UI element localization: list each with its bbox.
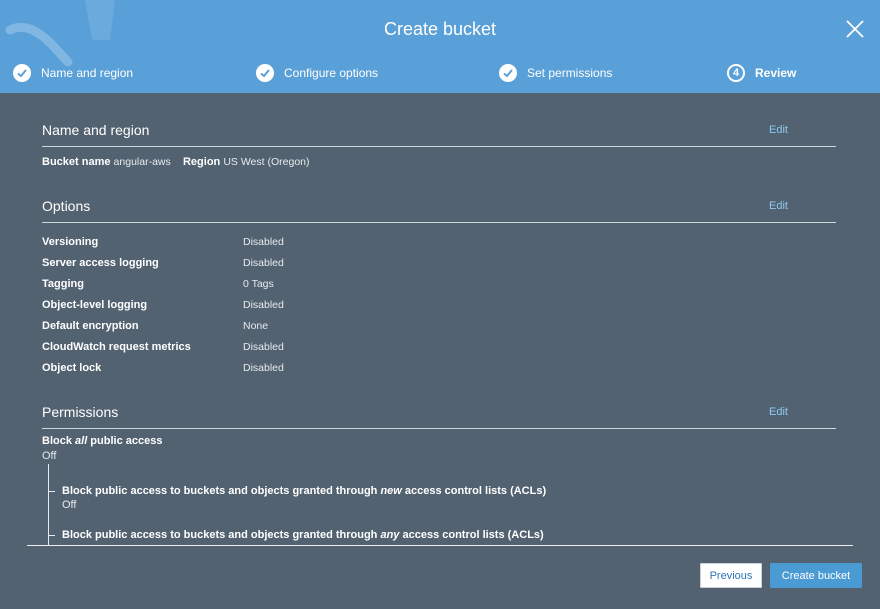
step-number-badge: 4 [727, 64, 745, 82]
dialog-header: Create bucket Name and region Configure … [0, 0, 880, 93]
step-label: Review [755, 66, 797, 80]
step-set-permissions[interactable]: Set permissions [499, 60, 612, 86]
option-row-object-level-logging: Object-level logging Disabled [42, 299, 442, 315]
option-value: 0 Tags [243, 278, 274, 290]
option-row-versioning: Versioning Disabled [42, 236, 442, 252]
section-title: Options [42, 198, 91, 214]
step-name-and-region[interactable]: Name and region [13, 60, 133, 86]
option-value: Disabled [243, 362, 284, 374]
step-label: Configure options [284, 66, 379, 80]
text-segment: Block public access to buckets and objec… [62, 529, 381, 541]
section-header-options: Options Edit [42, 198, 836, 223]
step-review[interactable]: 4 Review [727, 60, 796, 86]
region-value: US West (Oregon) [223, 156, 310, 168]
option-label: CloudWatch request metrics [42, 341, 191, 353]
edit-name-region-link[interactable]: Edit [769, 124, 788, 136]
option-row-server-access-logging: Server access logging Disabled [42, 257, 442, 273]
emphasis-text: new [380, 485, 402, 497]
option-row-cloudwatch-request-metrics: CloudWatch request metrics Disabled [42, 341, 442, 357]
check-circle-icon [256, 64, 274, 82]
step-label: Set permissions [527, 66, 613, 80]
section-title: Permissions [42, 404, 119, 420]
text-segment: access control lists (ACLs) [399, 529, 544, 541]
tree-connector-dash [48, 535, 55, 536]
text-segment: public access [87, 435, 163, 447]
text-segment: Block public access to buckets and objec… [62, 485, 381, 497]
block-any-acls-title: Block public access to buckets and objec… [62, 529, 544, 541]
text-segment: access control lists (ACLs) [401, 485, 547, 497]
option-label: Server access logging [42, 257, 159, 269]
check-circle-icon [499, 64, 517, 82]
tree-connector-line [48, 464, 49, 545]
option-label: Object lock [42, 362, 102, 374]
text-segment: Block [42, 435, 76, 447]
option-label: Tagging [42, 278, 84, 290]
close-button[interactable] [844, 18, 866, 40]
edit-permissions-link[interactable]: Edit [769, 406, 788, 418]
option-value: Disabled [243, 257, 284, 269]
option-value: None [243, 320, 269, 332]
wizard-steps: Name and region Configure options Set pe… [0, 60, 880, 86]
emphasis-text: all [75, 435, 88, 447]
step-label: Name and region [41, 66, 134, 80]
block-all-public-access-value: Off [42, 450, 57, 462]
emphasis-text: any [380, 529, 400, 541]
region-label: Region [182, 156, 221, 168]
block-all-public-access-title: Block all public access [42, 435, 162, 447]
section-title: Name and region [42, 122, 150, 138]
section-header-name-region: Name and region Edit [42, 122, 836, 147]
dialog-title: Create bucket [383, 19, 497, 39]
option-value: Disabled [243, 341, 284, 353]
block-new-acls-title: Block public access to buckets and objec… [62, 485, 546, 497]
option-row-object-lock: Object lock Disabled [42, 362, 442, 378]
create-bucket-button[interactable]: Create bucket [770, 563, 862, 588]
bucket-summary-line: Bucket name angular-aws Region US West (… [42, 156, 310, 168]
step-configure-options[interactable]: Configure options [256, 60, 378, 86]
check-circle-icon [13, 64, 31, 82]
option-row-default-encryption: Default encryption None [42, 320, 442, 336]
edit-options-link[interactable]: Edit [769, 200, 788, 212]
option-value: Disabled [243, 299, 284, 311]
option-label: Versioning [42, 236, 99, 248]
bucket-name-label: Bucket name [42, 156, 111, 168]
previous-button[interactable]: Previous [700, 563, 762, 588]
block-new-acls-value: Off [62, 499, 77, 511]
close-icon[interactable] [844, 18, 866, 40]
option-row-tagging: Tagging 0 Tags [42, 278, 442, 294]
option-value: Disabled [243, 236, 284, 248]
option-label: Object-level logging [42, 299, 148, 311]
review-content: Name and region Edit Bucket name angular… [0, 93, 880, 545]
bucket-name-value: angular-aws [113, 156, 171, 168]
footer-divider [27, 545, 853, 546]
section-header-permissions: Permissions Edit [42, 404, 836, 429]
option-label: Default encryption [42, 320, 139, 332]
tree-connector-dash [48, 491, 55, 492]
